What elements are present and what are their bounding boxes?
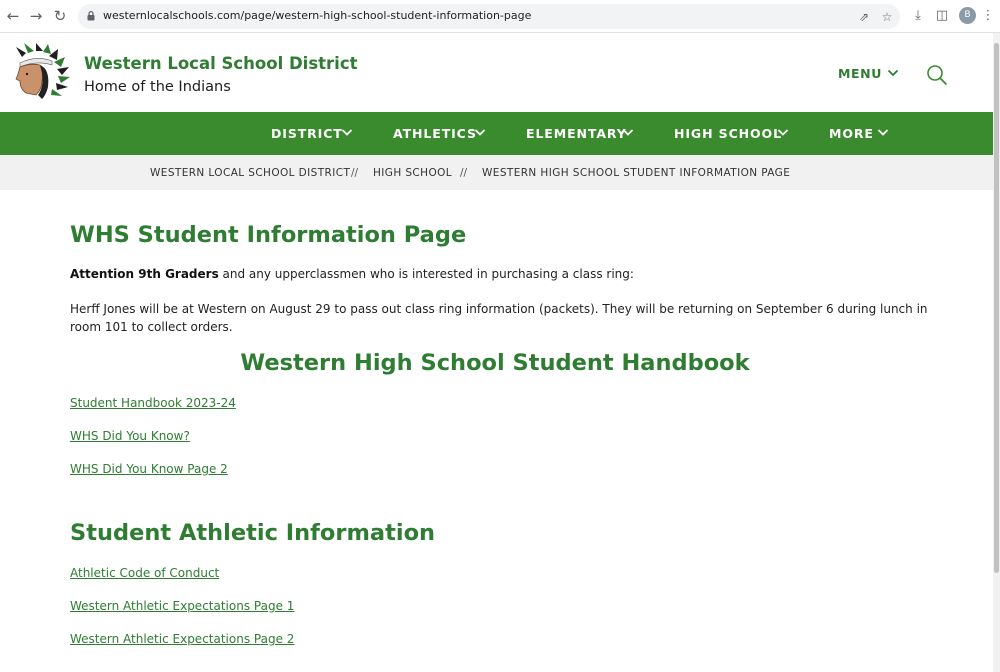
chevron-down-icon[interactable] [622, 128, 634, 137]
page-title: WHS Student Information Page [70, 222, 467, 248]
side-panel-icon[interactable]: ◫ [933, 7, 951, 25]
site-header: Western Local School District Home of th… [0, 33, 993, 112]
nav-item-district[interactable]: DISTRICT [271, 126, 343, 141]
download-icon[interactable]: ⤓ [909, 7, 927, 25]
athletic-expectations-page1-link[interactable]: Western Athletic Expectations Page 1 [70, 599, 294, 613]
site-title[interactable]: Western Local School District [84, 54, 358, 73]
did-you-know-link[interactable]: WHS Did You Know? [70, 429, 190, 443]
breadcrumb-separator: // [460, 167, 468, 179]
back-icon[interactable]: ← [3, 6, 23, 26]
page-scrollbar[interactable] [993, 33, 1000, 672]
chevron-down-icon[interactable] [877, 128, 889, 137]
site-subtitle: Home of the Indians [84, 79, 231, 95]
main-navigation: DISTRICT ATHLETICS ELEMENTARY HIGH SCHOO… [0, 112, 996, 155]
breadcrumb-current-page: WESTERN HIGH SCHOOL STUDENT INFORMATION … [482, 167, 791, 179]
breadcrumb-district[interactable]: WESTERN LOCAL SCHOOL DISTRICT [150, 167, 350, 179]
address-bar[interactable]: westernlocalschools.com/page/western-hig… [78, 4, 900, 29]
more-options-icon[interactable]: ⋮ [979, 7, 997, 25]
athletic-heading: Student Athletic Information [70, 520, 436, 546]
share-icon[interactable]: ⇗ [856, 9, 872, 25]
profile-avatar[interactable]: B [959, 7, 976, 24]
nav-item-athletics[interactable]: ATHLETICS [393, 126, 477, 141]
attention-paragraph: Attention 9th Graders and any upperclass… [70, 267, 634, 281]
breadcrumb: WESTERN LOCAL SCHOOL DISTRICT // HIGH SC… [0, 155, 993, 190]
athletic-expectations-page2-link[interactable]: Western Athletic Expectations Page 2 [70, 632, 294, 646]
scrollbar-thumb[interactable] [994, 43, 999, 573]
nav-item-high-school[interactable]: HIGH SCHOOL [674, 126, 782, 141]
chevron-down-icon[interactable] [887, 68, 899, 78]
nav-item-elementary[interactable]: ELEMENTARY [526, 126, 627, 141]
handbook-heading: Western High School Student Handbook [240, 350, 750, 376]
chevron-down-icon[interactable] [474, 128, 486, 137]
bookmark-star-icon[interactable]: ☆ [879, 9, 895, 25]
chevron-down-icon[interactable] [341, 128, 353, 137]
url-text: westernlocalschools.com/page/western-hig… [103, 9, 532, 22]
lock-icon [87, 11, 95, 21]
menu-button[interactable]: MENU [838, 66, 882, 81]
handbook-link[interactable]: Student Handbook 2023-24 [70, 396, 236, 410]
browser-toolbar: ← → ↻ westernlocalschools.com/page/weste… [0, 0, 1000, 33]
athletic-code-link[interactable]: Athletic Code of Conduct [70, 566, 219, 580]
nav-item-more[interactable]: MORE [829, 126, 874, 141]
indian-head-logo[interactable] [12, 43, 74, 101]
forward-icon[interactable]: → [26, 6, 46, 26]
attention-text: and any upperclassmen who is interested … [218, 267, 634, 281]
search-icon[interactable] [926, 64, 948, 86]
did-you-know-page2-link[interactable]: WHS Did You Know Page 2 [70, 462, 228, 476]
breadcrumb-separator: // [351, 167, 359, 179]
chevron-down-icon[interactable] [777, 128, 789, 137]
ring-info-paragraph: Herff Jones will be at Western on August… [70, 302, 928, 334]
reload-icon[interactable]: ↻ [50, 6, 70, 26]
attention-bold-text: Attention 9th Graders [70, 267, 219, 281]
breadcrumb-high-school[interactable]: HIGH SCHOOL [373, 167, 452, 179]
